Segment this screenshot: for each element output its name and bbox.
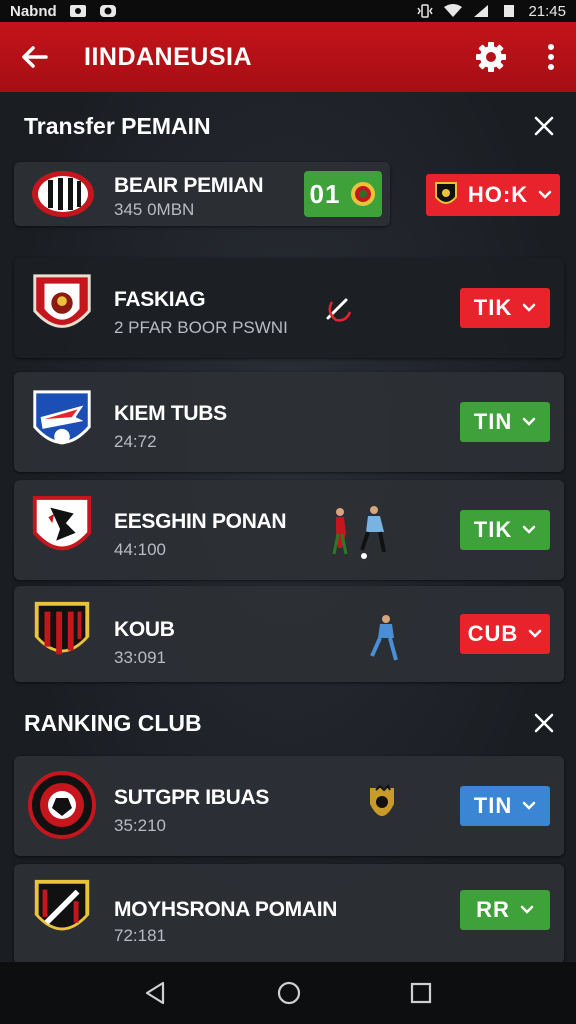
list-item[interactable]: FASKIAG 2 PFAR BOOR PSWNI TIK — [14, 258, 564, 358]
transfer-swap-icon — [326, 298, 352, 322]
action-dropdown-button[interactable]: TIK — [460, 288, 550, 328]
back-triangle-icon[interactable] — [143, 980, 169, 1006]
clock-label: 21:45 — [528, 2, 566, 20]
carrier-label: Nabnd — [10, 2, 57, 20]
player-name: FASKIAG — [114, 288, 206, 311]
transfer-section-header: Transfer PEMAIN — [24, 106, 558, 146]
club-name: SUTGPR IBUAS — [114, 786, 270, 809]
action-label: TIN — [473, 793, 513, 818]
action-label: TIK — [473, 295, 513, 320]
section-title: Transfer PEMAIN — [24, 112, 211, 139]
list-item[interactable]: SUTGPR IBUAS 35:210 TIN — [14, 756, 564, 856]
section-title: RANKING CLUB — [24, 709, 202, 736]
content-area: Transfer PEMAIN BEAIR PEMIAN 345 0MBN 01… — [0, 92, 576, 962]
club-crest-icon — [33, 274, 91, 328]
action-dropdown-button[interactable]: HO:K — [426, 174, 560, 216]
action-label: RR — [476, 897, 510, 922]
list-item[interactable]: KOUB 33:091 CUB — [14, 586, 564, 682]
club-crest-icon — [32, 495, 92, 551]
action-dropdown-button[interactable]: TIN — [460, 786, 550, 826]
signal-icon — [474, 5, 489, 17]
action-dropdown-button[interactable]: TIK — [460, 510, 550, 550]
player-illustration-icon — [370, 615, 398, 661]
club-badge-icon — [351, 182, 376, 206]
club-crest-icon — [28, 771, 96, 839]
app-bar: IINDANEUSIA — [0, 22, 576, 92]
club-crest-icon — [34, 879, 90, 931]
player-info: 2 PFAR BOOR PSWNI — [114, 318, 288, 337]
vibrate-icon — [417, 4, 434, 18]
player-info: 33:091 — [114, 648, 166, 667]
player-name: BEAIR PEMIAN — [114, 174, 264, 197]
recents-square-icon[interactable] — [409, 981, 433, 1005]
close-icon[interactable] — [530, 709, 558, 737]
player-info: 24:72 — [114, 432, 157, 451]
player-info: 345 0MBN — [114, 200, 195, 219]
home-circle-icon[interactable] — [276, 980, 302, 1006]
score-label: 01 — [309, 178, 341, 209]
chevron-down-icon — [522, 801, 536, 810]
action-label: TIN — [473, 409, 513, 434]
action-label: HO:K — [467, 182, 529, 207]
club-crest-icon — [34, 601, 90, 655]
players-illustration-icon — [332, 506, 386, 559]
club-badge-icon — [434, 182, 457, 204]
club-points: 72:181 — [114, 926, 166, 945]
list-item[interactable]: MOYHSRONA POMAIN 72:181 RR — [14, 864, 564, 962]
ranking-section-header: RANKING CLUB — [24, 703, 558, 743]
action-dropdown-button[interactable]: CUB — [460, 614, 550, 654]
chevron-down-icon — [529, 629, 542, 638]
camera-icon — [99, 5, 116, 17]
player-name: KIEM TUBS — [114, 402, 227, 425]
trophy-icon — [370, 784, 394, 816]
chevron-down-icon — [520, 905, 534, 914]
action-label: TIK — [473, 517, 513, 542]
arrow-left-icon[interactable] — [20, 42, 50, 72]
chevron-down-icon — [522, 417, 536, 426]
page-title: IINDANEUSIA — [84, 42, 253, 71]
club-points: 35:210 — [114, 816, 166, 835]
chevron-down-icon — [522, 303, 536, 312]
gear-icon[interactable] — [474, 40, 508, 74]
club-crest-icon — [33, 390, 91, 445]
battery-icon — [504, 5, 515, 17]
wifi-icon — [444, 4, 463, 17]
list-item[interactable]: KIEM TUBS 24:72 TIN — [14, 372, 564, 472]
chevron-down-icon — [538, 190, 552, 199]
club-name: MOYHSRONA POMAIN — [114, 898, 338, 921]
club-crest-icon — [32, 171, 94, 217]
list-item[interactable]: EESGHIN PONAN 44:100 TIK — [14, 480, 564, 580]
player-info: 44:100 — [114, 540, 166, 559]
action-dropdown-button[interactable]: TIN — [460, 402, 550, 442]
close-icon[interactable] — [530, 112, 558, 140]
score-badge: 01 — [304, 171, 382, 217]
player-name: EESGHIN PONAN — [114, 510, 287, 533]
system-nav-bar — [0, 962, 576, 1024]
action-label: CUB — [467, 621, 519, 646]
chevron-down-icon — [522, 525, 536, 534]
status-bar: Nabnd 21:45 — [0, 0, 576, 22]
action-dropdown-button[interactable]: RR — [460, 890, 550, 930]
list-item[interactable]: BEAIR PEMIAN 345 0MBN 01 — [14, 162, 390, 226]
more-vert-icon[interactable] — [546, 42, 556, 72]
notification-icon — [69, 5, 86, 17]
player-name: KOUB — [114, 618, 175, 641]
